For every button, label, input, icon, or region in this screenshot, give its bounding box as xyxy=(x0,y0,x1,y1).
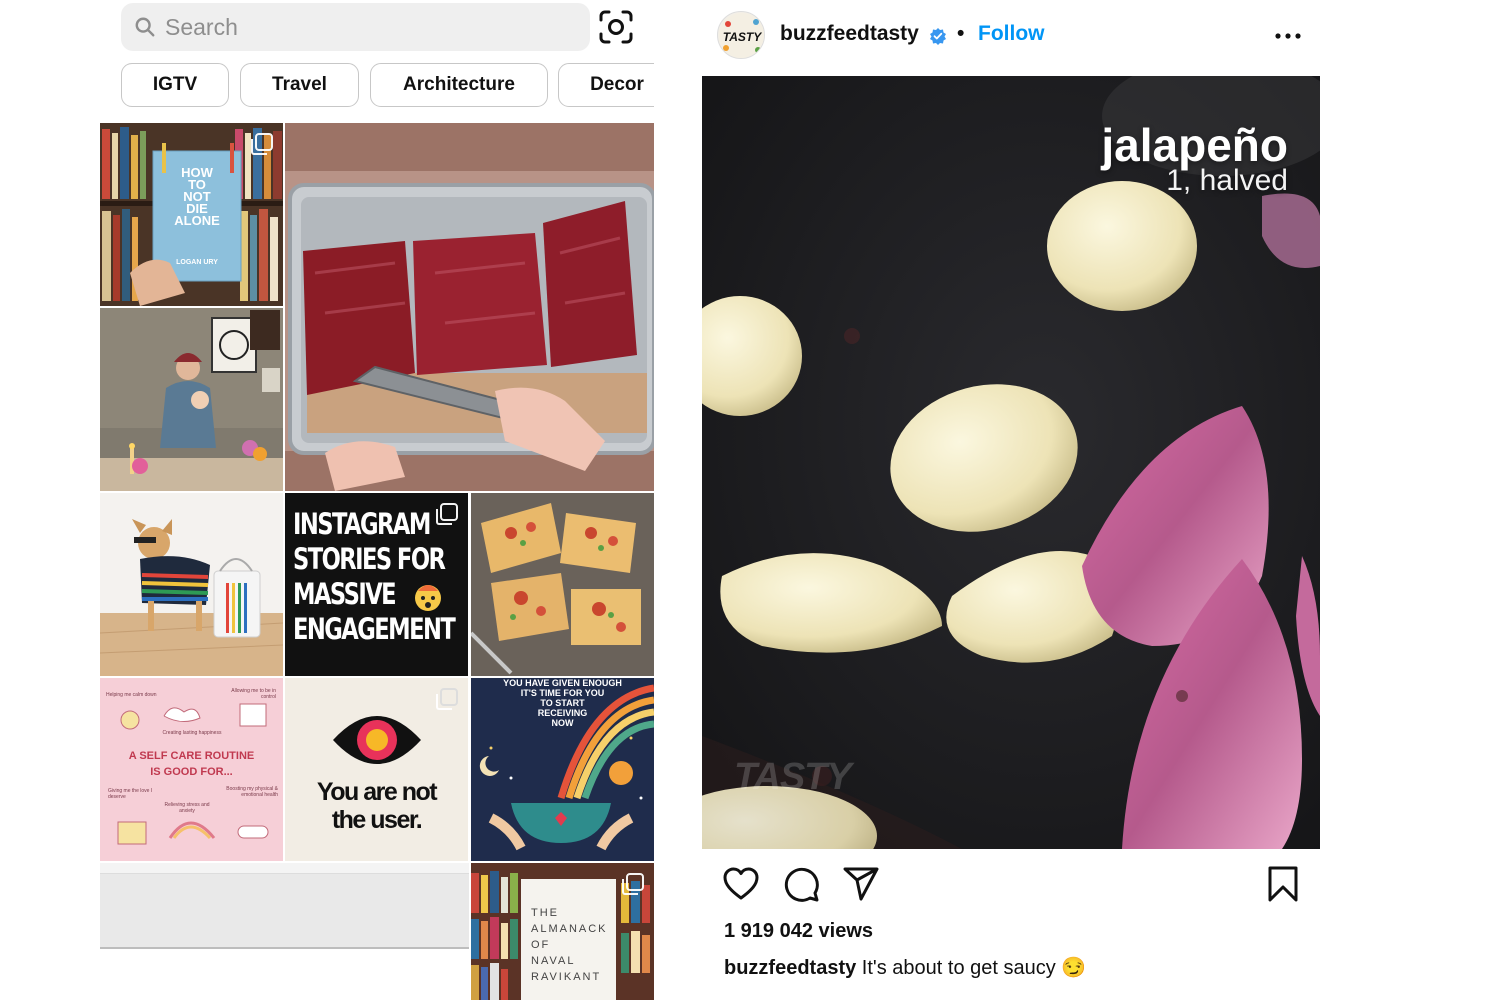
rainbow-line: RECEIVING xyxy=(537,708,588,718)
almanack-title: THE ALMANACK OF NAVAL RAVIKANT xyxy=(531,905,611,985)
comment-icon[interactable] xyxy=(782,865,820,903)
headline-line: INSTAGRAM xyxy=(293,507,431,541)
selfcare-subtitle: IS GOOD FOR... xyxy=(150,766,233,778)
post-username[interactable]: buzzfeedtasty xyxy=(780,22,919,46)
explore-tile-notuser[interactable]: You are not the user. xyxy=(285,678,468,861)
share-icon[interactable] xyxy=(842,865,880,903)
almanack-line: THE xyxy=(531,907,559,919)
stories-headline: INSTAGRAM STORIES FOR MASSIVE ENGAGEMENT xyxy=(293,507,456,647)
family-photo xyxy=(100,308,283,491)
tasty-watermark: TASTY xyxy=(734,756,852,798)
screenshot-header xyxy=(100,863,469,874)
book-title-line: ALONE xyxy=(174,213,220,228)
notuser-line1: You are not xyxy=(316,778,438,806)
almanack-line: OF xyxy=(531,939,551,951)
food-photo xyxy=(471,493,654,676)
chip-label: Decor xyxy=(590,74,644,95)
mind-blown-emoji-icon xyxy=(415,585,441,611)
post-video[interactable]: jalapeño 1, halved TASTY xyxy=(702,76,1320,849)
caption-username[interactable]: buzzfeedtasty xyxy=(724,957,856,979)
steak-image xyxy=(285,123,654,491)
tasty-logo-icon: TASTY xyxy=(719,13,764,58)
dog-photo xyxy=(100,493,283,676)
rainbow-line: TO START xyxy=(540,698,585,708)
almanack-line: ALMANACK xyxy=(531,923,608,935)
chip-label: Travel xyxy=(272,74,327,95)
chip-architecture[interactable]: Architecture xyxy=(370,63,548,107)
heart-icon[interactable] xyxy=(722,865,760,903)
more-options-icon[interactable] xyxy=(1272,24,1304,48)
chip-travel[interactable]: Travel xyxy=(240,63,359,107)
chip-label: Architecture xyxy=(403,74,515,95)
svg-text:TASTY: TASTY xyxy=(723,30,762,44)
explore-tile-steak[interactable] xyxy=(285,123,654,491)
selfcare-note: Boosting my physical & emotional health xyxy=(226,786,278,798)
screenshot-body xyxy=(100,874,469,949)
follow-button[interactable]: Follow xyxy=(978,22,1045,46)
explore-tile-selfcare[interactable]: Helping me calm down Allowing me to be i… xyxy=(100,678,283,861)
almanack-line: NAVAL xyxy=(531,955,576,967)
explore-tile-food[interactable] xyxy=(471,493,654,676)
notuser-line2: the user. xyxy=(331,806,423,834)
almanack-line: RAVIKANT xyxy=(531,971,602,983)
carousel-icon xyxy=(622,873,644,895)
explore-tile-book[interactable]: HOW TO NOT DIE ALONE LOGAN URY xyxy=(100,123,283,306)
book-author: LOGAN URY xyxy=(176,259,218,266)
eye-icon xyxy=(333,716,421,764)
explore-tile-stories[interactable]: INSTAGRAM STORIES FOR MASSIVE ENGAGEMENT xyxy=(285,493,468,676)
rainbow-text: YOU HAVE GIVEN ENOUGH IT'S TIME FOR YOU … xyxy=(471,678,654,728)
bookmark-icon[interactable] xyxy=(1264,865,1302,903)
chip-decor[interactable]: Decor xyxy=(558,63,654,107)
verified-badge-icon xyxy=(930,28,946,45)
avatar[interactable]: TASTY xyxy=(717,11,765,59)
view-count: 1 919 042 views xyxy=(724,920,874,942)
selfcare-doodles-bottom xyxy=(117,821,269,845)
rainbow-line: NOW xyxy=(551,718,574,728)
chip-igtv[interactable]: IGTV xyxy=(121,63,229,107)
headline-line: STORIES FOR xyxy=(293,542,446,576)
carousel-icon xyxy=(436,503,458,525)
rainbow-line: YOU HAVE GIVEN ENOUGH xyxy=(503,678,622,688)
separator-dot: • xyxy=(957,22,965,45)
carousel-icon xyxy=(436,688,458,710)
selfcare-note: Giving me the love I deserve xyxy=(108,788,153,800)
caption-text: It's about to get saucy 😏 xyxy=(856,957,1087,979)
rainbow-line: IT'S TIME FOR YOU xyxy=(520,688,605,698)
explore-tile-almanack[interactable]: THE ALMANACK OF NAVAL RAVIKANT xyxy=(471,863,654,1000)
selfcare-doodles xyxy=(120,703,267,730)
explore-tile-dog[interactable] xyxy=(100,493,283,676)
explore-tile-screenshot[interactable] xyxy=(100,863,469,1000)
selfcare-title: A SELF CARE ROUTINE xyxy=(128,750,255,762)
explore-tile-rainbow[interactable]: YOU HAVE GIVEN ENOUGH IT'S TIME FOR YOU … xyxy=(471,678,654,861)
category-chips: IGTV Travel Architecture Decor xyxy=(121,0,654,120)
headline-line: ENGAGEMENT xyxy=(293,612,456,646)
carousel-icon xyxy=(251,133,273,155)
headline-line: MASSIVE xyxy=(293,577,397,611)
post-caption: buzzfeedtasty It's about to get saucy 😏 xyxy=(724,955,1086,980)
explore-tile-family[interactable] xyxy=(100,308,283,491)
book-title: HOW TO NOT DIE ALONE xyxy=(157,166,237,228)
overlay-ingredient-quantity: 1, halved xyxy=(1166,164,1288,197)
chip-label: IGTV xyxy=(152,74,198,95)
